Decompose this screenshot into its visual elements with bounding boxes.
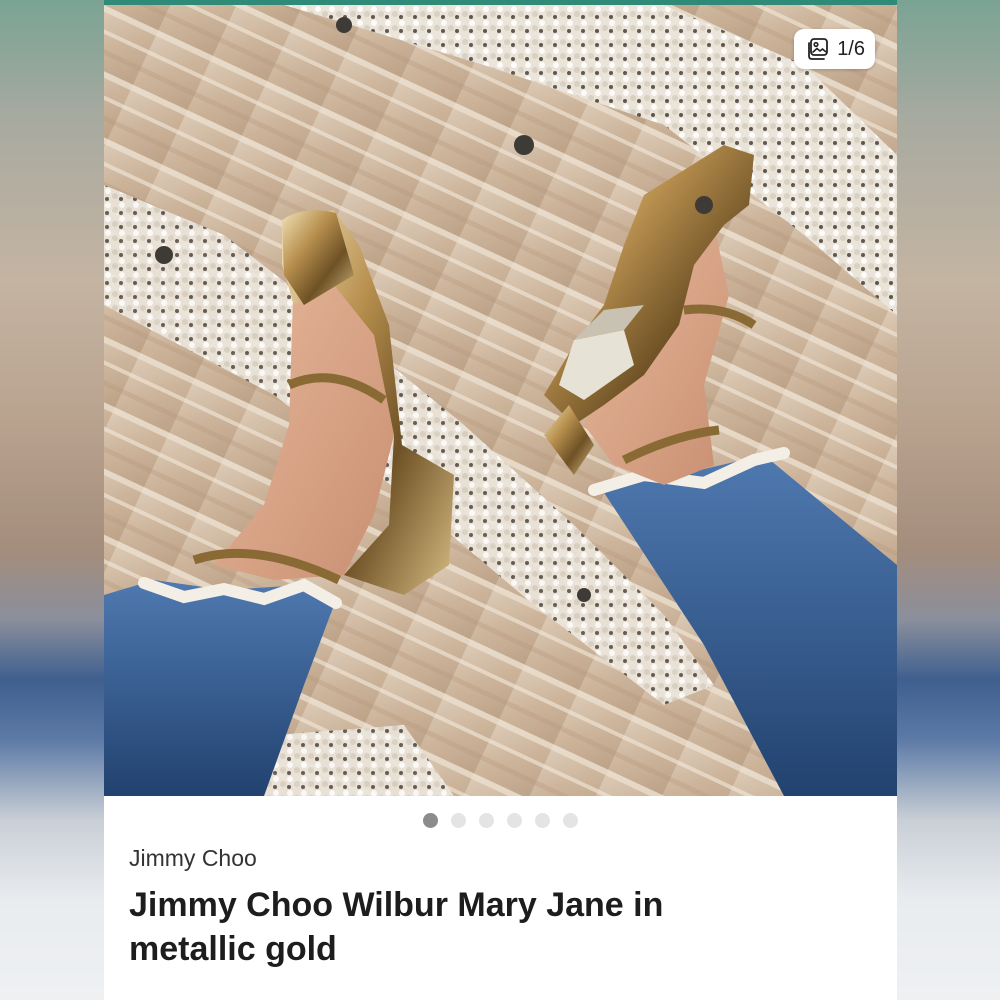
- listing-card: 1/6 Jimmy Choo Jimmy Choo Wilbur Mary Ja…: [104, 5, 897, 1000]
- carousel-dot[interactable]: [451, 813, 466, 828]
- image-counter-text: 1/6: [837, 37, 865, 60]
- carousel-dot[interactable]: [423, 813, 438, 828]
- carousel-dot[interactable]: [535, 813, 550, 828]
- carousel-dot[interactable]: [507, 813, 522, 828]
- listing-title: Jimmy Choo Wilbur Mary Jane in metallic …: [129, 886, 664, 968]
- carousel-dot[interactable]: [479, 813, 494, 828]
- carousel-dots: [104, 813, 897, 828]
- image-counter-badge: 1/6: [794, 29, 875, 69]
- image-gallery-icon: [806, 37, 830, 61]
- product-photo-illustration: [104, 5, 897, 796]
- carousel-dot[interactable]: [563, 813, 578, 828]
- product-photo[interactable]: 1/6: [104, 5, 897, 796]
- listing-brand[interactable]: Jimmy Choo: [129, 845, 257, 872]
